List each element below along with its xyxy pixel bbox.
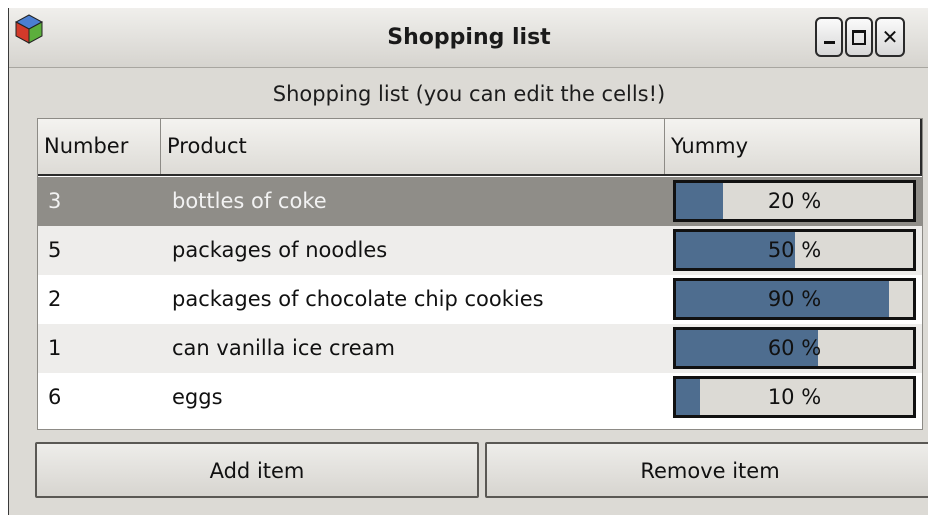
yummy-progress-label: 20 % bbox=[767, 189, 822, 213]
column-header-yummy[interactable]: Yummy bbox=[665, 119, 922, 174]
yummy-progress-bar[interactable]: 60 % bbox=[673, 327, 916, 369]
product-cell[interactable]: packages of noodles bbox=[172, 226, 387, 275]
maximize-button[interactable] bbox=[845, 17, 873, 57]
table-row[interactable]: 3 bottles of coke 20 % bbox=[38, 177, 922, 226]
add-item-button[interactable]: Add item bbox=[35, 442, 479, 498]
window-title: Shopping list bbox=[387, 25, 551, 50]
table-row[interactable]: 6 eggs 10 % bbox=[38, 373, 922, 422]
number-cell[interactable]: 6 bbox=[48, 373, 61, 422]
remove-item-button[interactable]: Remove item bbox=[485, 442, 928, 498]
minimize-icon bbox=[823, 40, 835, 44]
title-bar[interactable]: Shopping list ✕ bbox=[9, 8, 928, 68]
column-header-bar: Number Product Yummy bbox=[38, 119, 922, 176]
close-button[interactable]: ✕ bbox=[875, 17, 905, 57]
shopping-list-window: Shopping list ✕ Shopping list (you can e… bbox=[8, 8, 928, 515]
column-header-number[interactable]: Number bbox=[38, 119, 161, 174]
product-cell[interactable]: eggs bbox=[172, 373, 223, 422]
yummy-progress-bar[interactable]: 10 % bbox=[673, 376, 916, 418]
yummy-progress-label: 60 % bbox=[767, 336, 822, 360]
yummy-progress-bar[interactable]: 90 % bbox=[673, 278, 916, 320]
yummy-progress-label: 90 % bbox=[767, 287, 822, 311]
table-row[interactable]: 1 can vanilla ice cream 60 % bbox=[38, 324, 922, 373]
table-row[interactable]: 5 packages of noodles 50 % bbox=[38, 226, 922, 275]
product-cell[interactable]: bottles of coke bbox=[172, 177, 327, 226]
table-row[interactable]: 2 packages of chocolate chip cookies 90 … bbox=[38, 275, 922, 324]
number-cell[interactable]: 5 bbox=[48, 226, 61, 275]
yummy-progress-label: 10 % bbox=[767, 385, 822, 409]
column-header-product[interactable]: Product bbox=[161, 119, 665, 174]
close-icon: ✕ bbox=[881, 25, 899, 49]
product-cell[interactable]: packages of chocolate chip cookies bbox=[172, 275, 544, 324]
minimize-button[interactable] bbox=[815, 17, 843, 57]
shopping-tree-view[interactable]: Number Product Yummy 3 bottles of coke 2… bbox=[37, 118, 923, 430]
yummy-progress-bar[interactable]: 50 % bbox=[673, 229, 916, 271]
maximize-icon bbox=[852, 29, 866, 45]
number-cell[interactable]: 1 bbox=[48, 324, 61, 373]
number-cell[interactable]: 3 bbox=[48, 177, 61, 226]
number-cell[interactable]: 2 bbox=[48, 275, 61, 324]
yummy-progress-bar[interactable]: 20 % bbox=[673, 180, 916, 222]
caption-label: Shopping list (you can edit the cells!) bbox=[272, 82, 666, 106]
product-cell[interactable]: can vanilla ice cream bbox=[172, 324, 395, 373]
yummy-progress-label: 50 % bbox=[767, 238, 822, 262]
